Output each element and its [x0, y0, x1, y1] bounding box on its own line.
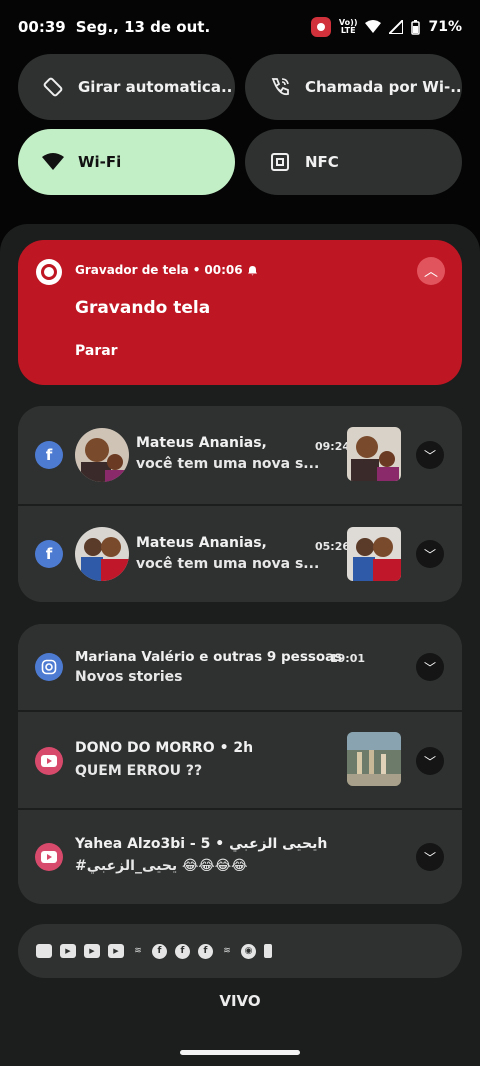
carrier-label: VIVO: [219, 992, 261, 1010]
elapsed-time: 00:06: [204, 263, 243, 277]
expand-button[interactable]: ﹀: [416, 653, 444, 681]
notification-title: Mateus Ananias,: [136, 435, 267, 451]
avatar: [75, 428, 129, 482]
expand-button[interactable]: ﹀: [416, 441, 444, 469]
app-icon: ≋: [223, 946, 231, 956]
date: Seg., 13 de out.: [75, 18, 211, 36]
chevron-down-icon: ﹀: [423, 547, 436, 562]
facebook-notification-group: f Mateus Ananias, 09:24 você tem uma nov…: [18, 406, 462, 602]
app-icon: ≋: [134, 946, 142, 956]
instagram-notification[interactable]: Mariana Valério e outras 9 pessoas 19:01…: [18, 624, 462, 710]
tile-label: Wi-Fi: [78, 153, 122, 171]
tile-nfc[interactable]: NFC: [245, 129, 462, 195]
notification-body: você tem uma nova s...: [136, 456, 320, 472]
battery-percent: 71%: [428, 19, 462, 35]
battery-saver-icon: [264, 944, 272, 958]
app-name: Gravador de tela: [75, 263, 189, 277]
youtube-icon: ▶: [108, 944, 124, 958]
collapse-button[interactable]: ︿: [417, 257, 445, 285]
notification-time: 19:01: [330, 652, 366, 665]
facebook-icon: f: [35, 540, 63, 568]
avatar: [75, 527, 129, 581]
notification-title: Gravando tela: [75, 298, 211, 318]
message-icon: [36, 944, 52, 958]
facebook-icon: f: [175, 943, 190, 959]
screen-recorder-icon: ◉: [241, 943, 256, 959]
notification-time: 05:26: [315, 540, 351, 553]
youtube-icon: ▶: [60, 944, 76, 958]
youtube-notification[interactable]: DONO DO MORRO • 2h QUEM ERROU ?? ﹀: [18, 710, 462, 808]
notification-body: Novos stories: [75, 669, 183, 685]
notification-overflow-shelf[interactable]: ▶ ▶ ▶ ≋ f f f ≋ ◉: [18, 924, 462, 978]
notification-body: QUEM ERROU ??: [75, 763, 203, 779]
wifi-icon: [40, 153, 66, 171]
tile-label: Chamada por Wi-..: [305, 78, 462, 96]
chevron-down-icon: ﹀: [423, 660, 436, 675]
wifi-call-icon: [267, 76, 293, 98]
tile-wifi[interactable]: Wi-Fi: [18, 129, 235, 195]
notification-thumbnail: [347, 427, 401, 481]
screen-recorder-icon: [36, 259, 62, 285]
notification-title: Mateus Ananias,: [136, 535, 267, 551]
facebook-icon: f: [152, 943, 167, 959]
battery-icon: [411, 19, 421, 35]
bell-icon: [247, 265, 257, 275]
tile-wifi-calling[interactable]: Chamada por Wi-..: [245, 54, 462, 120]
status-bar: 00:39 Seg., 13 de out. Vo)) LTE 71%: [0, 0, 480, 54]
social-notification-group: Mariana Valério e outras 9 pessoas 19:01…: [18, 624, 462, 904]
screen-recorder-notification[interactable]: Gravador de tela • 00:06 Gravando tela P…: [18, 240, 462, 385]
facebook-icon: f: [35, 441, 63, 469]
rotate-icon: [40, 76, 66, 98]
tile-label: NFC: [305, 153, 339, 171]
video-thumbnail: [347, 732, 401, 786]
instagram-icon: [35, 653, 63, 681]
chevron-up-icon: ︿: [424, 264, 438, 280]
notification-title: Yahea Alzo3bi - يحيى الزعبي • 5h: [75, 836, 328, 852]
youtube-icon: [35, 747, 63, 775]
tile-label: Girar automatica..: [78, 78, 233, 96]
status-icons: Vo)) LTE 71%: [310, 17, 462, 37]
notification-header: Gravador de tela • 00:06: [75, 263, 258, 277]
notification-body: você tem uma nova s...: [136, 556, 320, 572]
notification-thumbnail: [347, 527, 401, 581]
youtube-icon: ▶: [84, 944, 100, 958]
notification-title: Mariana Valério e outras 9 pessoas: [75, 649, 343, 665]
tile-auto-rotate[interactable]: Girar automatica..: [18, 54, 235, 120]
screen-record-status-icon: [310, 17, 331, 37]
facebook-icon: f: [198, 943, 213, 959]
expand-button[interactable]: ﹀: [416, 843, 444, 871]
chevron-down-icon: ﹀: [423, 448, 436, 463]
notification-body: #يحيى_الزعبي 😂😂😂😂: [75, 858, 248, 874]
home-gesture-bar[interactable]: [180, 1050, 300, 1055]
wifi-status-icon: [365, 20, 382, 33]
notification-time: 09:24: [315, 440, 351, 453]
facebook-notification[interactable]: f Mateus Ananias, 09:24 você tem uma nov…: [18, 406, 462, 504]
nfc-icon: [267, 152, 293, 172]
chevron-down-icon: ﹀: [423, 850, 436, 865]
facebook-notification[interactable]: f Mateus Ananias, 05:26 você tem uma nov…: [18, 504, 462, 602]
notification-title: DONO DO MORRO • 2h: [75, 740, 254, 756]
chevron-down-icon: ﹀: [423, 754, 436, 769]
expand-button[interactable]: ﹀: [416, 747, 444, 775]
youtube-icon: [35, 843, 63, 871]
clock: 00:39: [18, 18, 66, 36]
expand-button[interactable]: ﹀: [416, 540, 444, 568]
youtube-notification[interactable]: Yahea Alzo3bi - يحيى الزعبي • 5h #يحيى_ا…: [18, 808, 462, 904]
signal-icon: [389, 20, 404, 34]
volte-icon: Vo)) LTE: [338, 18, 358, 35]
stop-button[interactable]: Parar: [75, 343, 118, 359]
